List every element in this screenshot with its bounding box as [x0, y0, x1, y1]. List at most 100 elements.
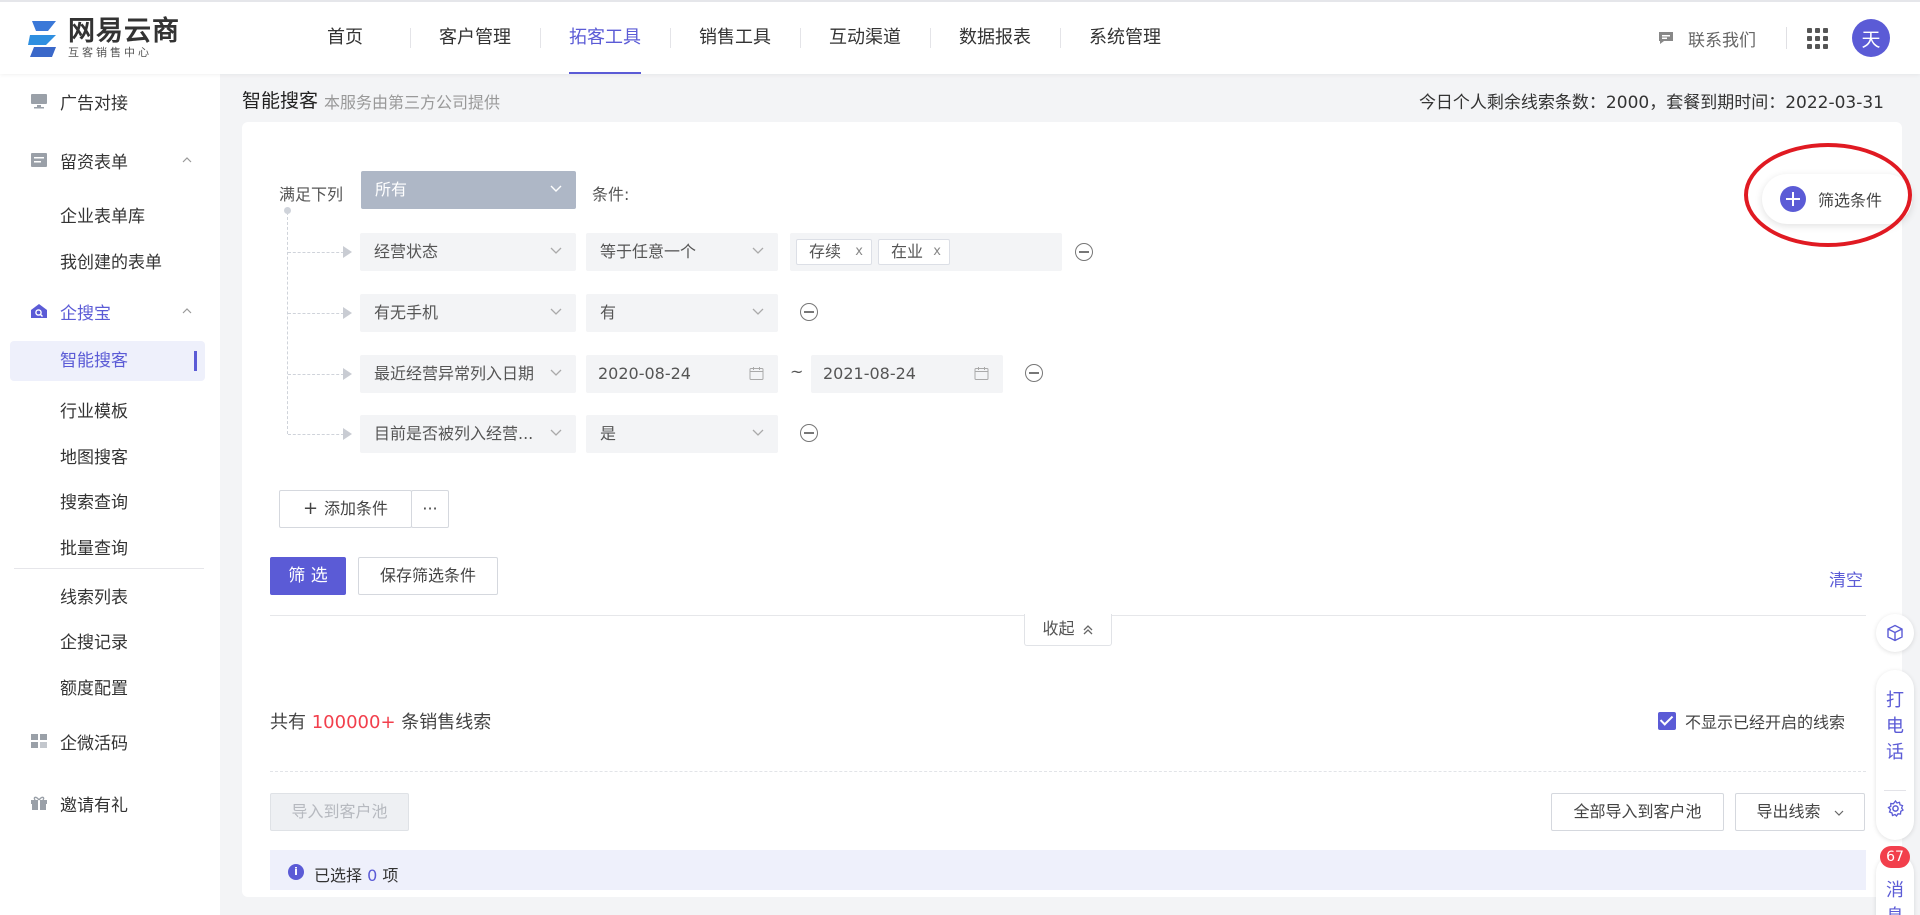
sidebar-item-label: 留资表单 [60, 152, 128, 173]
add-condition-button[interactable]: + 添加条件 [279, 490, 412, 528]
condition-operator-value: 是 [600, 424, 617, 443]
contact-us-link[interactable]: 联系我们 [1658, 26, 1756, 51]
clear-link[interactable]: 清空 [1829, 566, 1863, 591]
import-to-pool-button[interactable]: 导入到客户池 [270, 793, 409, 831]
export-leads-button[interactable]: 导出线索 [1735, 793, 1865, 831]
chevron-down-icon [550, 247, 562, 254]
calendar-icon [974, 367, 989, 380]
tree-branch [288, 252, 344, 253]
selection-prefix: 已选择 [314, 866, 363, 885]
remove-condition-icon[interactable] [800, 424, 818, 442]
date-range-separator: ~ [790, 362, 804, 381]
remove-condition-icon[interactable] [1025, 364, 1043, 382]
logo[interactable]: 网易云商 互客销售中心 [26, 16, 180, 62]
logo-tagline: 互客销售中心 [68, 46, 152, 59]
sidebar-item-search-query[interactable]: 搜索查询 [60, 488, 128, 513]
sidebar-item-enterprise-form-library[interactable]: 企业表单库 [60, 202, 145, 227]
condition-field-value: 经营状态 [374, 242, 439, 261]
sidebar-divider [14, 568, 204, 569]
search-home-icon [31, 304, 47, 318]
value-tag-label: 在业 [891, 242, 924, 261]
match-mode-value: 所有 [375, 180, 408, 199]
messages-panel[interactable]: 67 消 息 [1876, 846, 1914, 915]
nav-home[interactable]: 首页 [280, 2, 410, 74]
collapse-toggle[interactable]: 收起 [1024, 614, 1112, 646]
tree-branch [288, 434, 344, 435]
sidebar-item-invite-gift[interactable]: 邀请有礼 [0, 788, 220, 818]
nav-data-reports[interactable]: 数据报表 [930, 2, 1060, 74]
condition-field-select[interactable]: 目前是否被列入经营... [360, 415, 576, 453]
end-date-value: 2021-08-24 [823, 364, 916, 383]
red-highlight-annotation [1744, 143, 1912, 247]
hide-opened-label: 不显示已经开启的线索 [1685, 713, 1846, 732]
logo-title: 网易云商 [68, 16, 180, 47]
condition-operator-value: 等于任意一个 [600, 242, 697, 261]
tag-close-icon[interactable]: x [933, 240, 941, 264]
caret-right-icon [343, 246, 352, 258]
sidebar-item-batch-query[interactable]: 批量查询 [60, 534, 128, 559]
selection-info-bar: i 已选择 0 项 [270, 850, 1866, 890]
call-label: 打 电 话 [1886, 690, 1904, 763]
nav-sales-tools[interactable]: 销售工具 [670, 2, 800, 74]
chat-icon [1659, 32, 1673, 44]
sidebar-item-label: 广告对接 [60, 93, 128, 114]
caret-right-icon [343, 368, 352, 380]
sidebar-item-search-records[interactable]: 企搜记录 [60, 628, 128, 653]
results-prefix: 共有 [270, 712, 306, 733]
logo-mark-icon [28, 21, 56, 57]
condition-field-value: 最近经营异常列入日期 [374, 364, 535, 383]
chevron-up-icon [182, 308, 192, 314]
filter-button[interactable]: 筛 选 [270, 557, 346, 595]
gear-icon[interactable] [1887, 800, 1904, 817]
sidebar-item-lead-list[interactable]: 线索列表 [60, 583, 128, 608]
nav-prospecting-tools[interactable]: 拓客工具 [540, 2, 670, 74]
condition-value-multiselect[interactable]: 存续 x 在业 x [790, 233, 1062, 271]
nav-system-management[interactable]: 系统管理 [1060, 2, 1190, 74]
condition-operator-select[interactable]: 是 [586, 415, 778, 453]
sidebar-item-ad-integration[interactable]: 广告对接 [0, 86, 220, 116]
remove-condition-icon[interactable] [800, 303, 818, 321]
condition-operator-select[interactable]: 有 [586, 294, 778, 332]
sidebar-item-quota-config[interactable]: 额度配置 [60, 674, 128, 699]
nav-interaction-channels[interactable]: 互动渠道 [800, 2, 930, 74]
results-number: 100000+ [311, 712, 396, 733]
sidebar-item-qisoubao[interactable]: 企搜宝 [0, 296, 220, 326]
remove-condition-icon[interactable] [1075, 243, 1093, 261]
quota-info: 今日个人剩余线索条数：2000，套餐到期时间：2022-03-31 [1418, 93, 1884, 113]
chevron-down-icon [550, 429, 562, 436]
import-all-button[interactable]: 全部导入到客户池 [1551, 793, 1724, 831]
nav-customer-management[interactable]: 客户管理 [410, 2, 540, 74]
condition-field-select[interactable]: 有无手机 [360, 294, 576, 332]
match-label: 满足下列 [279, 185, 344, 204]
condition-field-select[interactable]: 经营状态 [360, 233, 576, 271]
condition-operator-select[interactable]: 等于任意一个 [586, 233, 778, 271]
tag-close-icon[interactable]: x [855, 240, 863, 264]
value-tag-label: 存续 [809, 242, 842, 261]
selection-count: 0 [367, 866, 378, 885]
sidebar-item-map-search[interactable]: 地图搜客 [60, 443, 128, 468]
sidebar-item-my-forms[interactable]: 我创建的表单 [60, 248, 162, 273]
match-mode-select[interactable]: 所有 [361, 171, 576, 209]
avatar[interactable]: 天 [1852, 19, 1890, 57]
condition-field-select[interactable]: 最近经营异常列入日期 [360, 355, 576, 393]
call-panel-divider [1884, 790, 1906, 791]
chevron-down-icon [550, 185, 562, 192]
hide-opened-leads-checkbox[interactable]: 不显示已经开启的线索 [1658, 709, 1845, 733]
header-divider [1786, 27, 1787, 49]
app-grid-icon[interactable] [1807, 27, 1828, 49]
form-icon [31, 153, 47, 167]
save-filter-button[interactable]: 保存筛选条件 [358, 557, 498, 595]
sidebar-item-industry-templates[interactable]: 行业模板 [60, 397, 128, 422]
chevron-down-icon [550, 369, 562, 376]
sidebar-item-smart-search[interactable]: 智能搜客 [10, 341, 205, 381]
more-options-button[interactable]: ··· [411, 490, 449, 528]
chevron-down-icon [752, 247, 764, 254]
sidebar-item-lead-forms[interactable]: 留资表单 [0, 145, 220, 175]
start-date-input[interactable]: 2020-08-24 [586, 355, 778, 393]
end-date-input[interactable]: 2021-08-24 [811, 355, 1003, 393]
tree-vertical-line [287, 212, 288, 434]
cube-button[interactable] [1876, 614, 1914, 652]
call-panel[interactable]: 打 电 话 [1876, 670, 1914, 840]
caret-right-icon [343, 428, 352, 440]
sidebar-item-wecom-qrcode[interactable]: 企微活码 [0, 726, 220, 756]
